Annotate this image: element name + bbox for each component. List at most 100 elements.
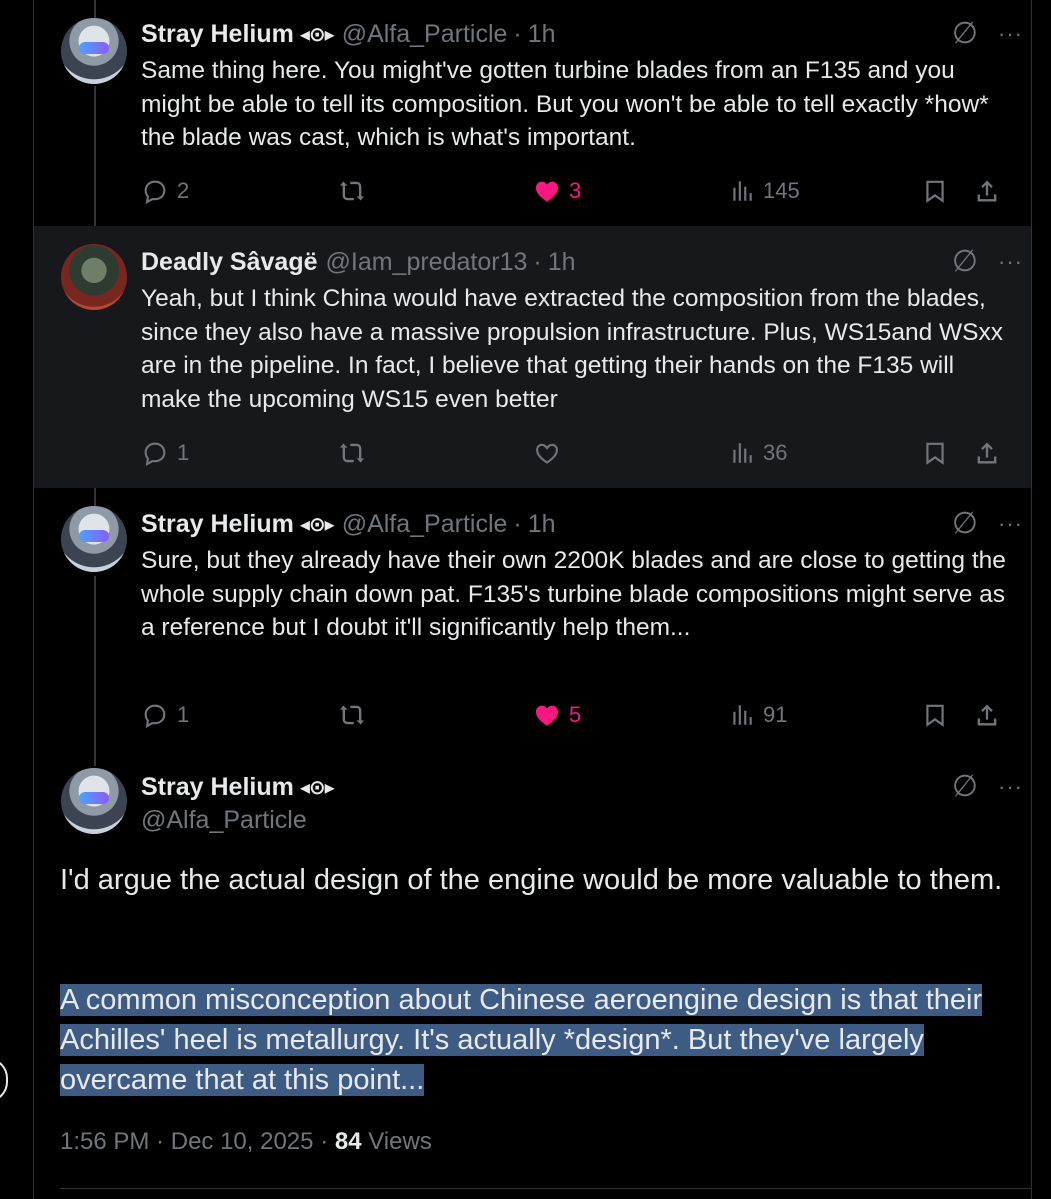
- display-name[interactable]: Stray Helium: [141, 773, 294, 802]
- author-block: Stray Helium ◂⊙▸ @Alfa_Particle: [141, 770, 335, 835]
- username[interactable]: @Alfa_Particle: [342, 20, 508, 49]
- avatar[interactable]: [61, 506, 127, 572]
- action-bar: 1 5 91: [141, 698, 1023, 732]
- action-bar: 2 3 145: [141, 174, 1023, 208]
- username[interactable]: @Alfa_Particle: [141, 806, 334, 835]
- separator-dot: ·: [513, 19, 522, 48]
- profile-badge-icon: ◂⊙▸: [299, 776, 335, 799]
- grok-icon[interactable]: ∅: [952, 19, 978, 49]
- views-icon: [733, 181, 752, 201]
- heart-outline-icon: [536, 443, 558, 464]
- more-options-icon[interactable]: ···: [998, 774, 1023, 800]
- tweet-header: Stray Helium ◂⊙▸ @Alfa_Particle · 1h: [141, 17, 556, 51]
- tweet-meta: 1:56 PM · Dec 10, 2025 · 84 Views: [60, 1128, 432, 1156]
- post-date[interactable]: Dec 10, 2025: [171, 1128, 314, 1155]
- tweet-header: Stray Helium ◂⊙▸ @Alfa_Particle · 1h: [141, 507, 556, 541]
- tweet-text: Sure, but they already have their own 22…: [141, 547, 1006, 641]
- post-time[interactable]: 1:56 PM: [60, 1128, 149, 1155]
- reply-icon: [144, 442, 166, 467]
- reply-count: 2: [177, 178, 190, 203]
- profile-badge-icon: ◂⊙▸: [299, 513, 335, 536]
- more-options-icon[interactable]: ···: [998, 21, 1023, 47]
- more-options-icon[interactable]: ···: [998, 249, 1023, 275]
- bookmark-icon: [926, 180, 944, 203]
- bookmark-button[interactable]: [922, 698, 948, 732]
- reply-count: 1: [177, 440, 190, 465]
- share-icon: [977, 442, 997, 464]
- reply-icon: [144, 704, 166, 729]
- like-count: 3: [569, 178, 582, 203]
- share-icon: [977, 704, 997, 726]
- grok-icon[interactable]: ∅: [952, 509, 978, 539]
- heart-filled-icon: [535, 705, 559, 726]
- like-button[interactable]: [533, 436, 569, 470]
- views-icon: [733, 705, 752, 725]
- username[interactable]: @Alfa_Particle: [342, 510, 508, 539]
- repost-icon: [340, 181, 364, 201]
- like-count: 5: [569, 702, 582, 727]
- separator-dot: ·: [513, 509, 522, 538]
- reply-button[interactable]: 1: [141, 698, 189, 732]
- avatar[interactable]: [61, 768, 127, 834]
- avatar[interactable]: [61, 18, 127, 84]
- more-options-icon[interactable]: ···: [998, 511, 1023, 537]
- selected-text-line: A common misconception about Chinese aer…: [60, 984, 983, 1016]
- like-button[interactable]: 5: [533, 698, 581, 732]
- views-count: 91: [763, 702, 788, 727]
- repost-button[interactable]: [337, 698, 375, 732]
- repost-button[interactable]: [337, 174, 375, 208]
- avatar[interactable]: [61, 244, 127, 310]
- separator-dot: ·: [320, 1128, 335, 1155]
- timestamp[interactable]: 1h: [548, 248, 576, 277]
- header-actions: ∅ ···: [952, 507, 1023, 541]
- timestamp[interactable]: 1h: [528, 510, 556, 539]
- like-button[interactable]: 3: [533, 174, 581, 208]
- views-button[interactable]: 145: [729, 174, 800, 208]
- share-button[interactable]: [973, 698, 1001, 732]
- views-button[interactable]: 36: [729, 436, 787, 470]
- tweet-text: Yeah, but I think China would have extra…: [141, 285, 1003, 413]
- views-button[interactable]: 91: [729, 698, 787, 732]
- views-icon: [733, 443, 752, 463]
- display-name[interactable]: Stray Helium: [141, 20, 294, 49]
- partial-edge-element: [0, 1058, 8, 1102]
- bookmark-button[interactable]: [922, 436, 948, 470]
- selected-text-line: Achilles' heel is metallurgy. It's actua…: [60, 1024, 924, 1056]
- share-button[interactable]: [973, 436, 1001, 470]
- views-count: 145: [763, 178, 800, 203]
- bookmark-icon: [926, 442, 944, 465]
- reply-button[interactable]: 2: [141, 174, 189, 208]
- display-name[interactable]: Stray Helium: [141, 510, 294, 539]
- timestamp[interactable]: 1h: [528, 20, 556, 49]
- views-label: Views: [368, 1128, 432, 1155]
- reply-icon: [144, 180, 166, 205]
- header-actions: ∅ ···: [952, 770, 1023, 804]
- tweet-text-paragraph: I'd argue the actual design of the engin…: [60, 864, 1003, 896]
- grok-icon[interactable]: ∅: [952, 772, 978, 802]
- bookmark-icon: [926, 704, 944, 727]
- divider: [60, 1188, 1031, 1189]
- username[interactable]: @Iam_predator13: [326, 248, 528, 277]
- column-right-border: [1031, 0, 1032, 1199]
- repost-icon: [340, 443, 364, 463]
- separator-dot: ·: [533, 247, 542, 276]
- reply-tweet[interactable]: Stray Helium ◂⊙▸ @Alfa_Particle · 1h ∅ ·…: [34, 488, 1031, 760]
- bookmark-button[interactable]: [922, 174, 948, 208]
- views-count: 36: [763, 440, 788, 465]
- profile-badge-icon: ◂⊙▸: [299, 23, 335, 46]
- repost-icon: [340, 705, 364, 725]
- reply-tweet[interactable]: Deadly Sâvagë @Iam_predator13 · 1h ∅ ···…: [34, 226, 1031, 488]
- header-actions: ∅ ···: [952, 245, 1023, 279]
- reply-count: 1: [177, 702, 190, 727]
- share-button[interactable]: [973, 174, 1001, 208]
- tweet-text: Same thing here. You might've gotten tur…: [141, 57, 989, 151]
- separator-dot: ·: [156, 1128, 171, 1155]
- views-count: 84: [334, 1128, 362, 1155]
- display-name[interactable]: Deadly Sâvagë: [141, 248, 318, 277]
- selected-text-line: overcame that at this point...: [60, 1064, 425, 1096]
- main-tweet: Stray Helium ◂⊙▸ @Alfa_Particle ∅ ··· I'…: [34, 760, 1031, 1199]
- grok-icon[interactable]: ∅: [952, 247, 978, 277]
- reply-button[interactable]: 1: [141, 436, 189, 470]
- repost-button[interactable]: [337, 436, 375, 470]
- reply-tweet[interactable]: Stray Helium ◂⊙▸ @Alfa_Particle · 1h ∅ ·…: [34, 0, 1031, 226]
